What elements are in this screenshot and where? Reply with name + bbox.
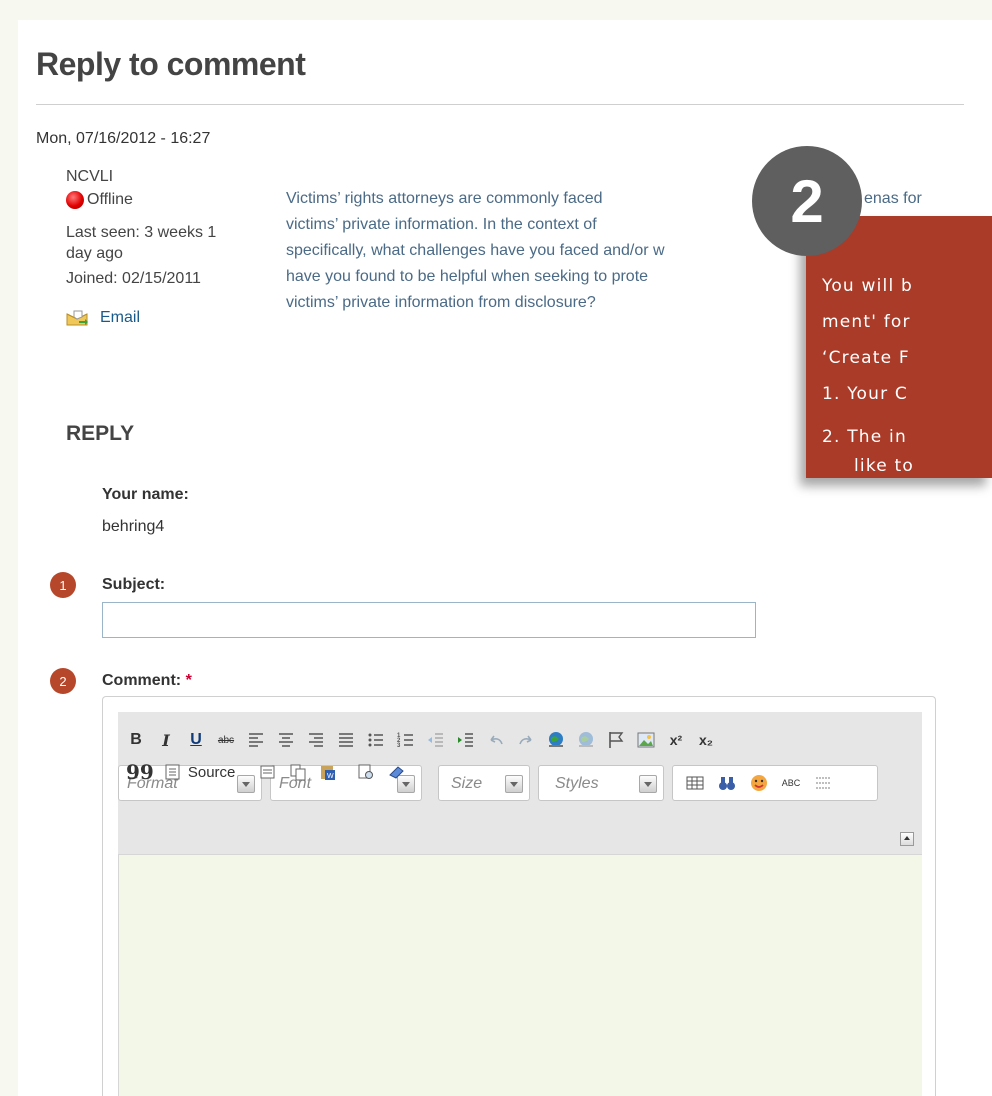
paste-from-word-icon[interactable]: W — [319, 763, 337, 781]
link-icon[interactable] — [544, 728, 568, 752]
image-icon[interactable] — [634, 728, 658, 752]
page-break-icon[interactable] — [811, 771, 835, 795]
svg-text:W: W — [327, 773, 334, 780]
unlink-icon[interactable] — [574, 728, 598, 752]
last-seen: Last seen: 3 weeks 1 day ago — [66, 222, 286, 264]
editor-scroll-up-button[interactable] — [900, 832, 914, 846]
email-envelope-icon — [66, 310, 88, 325]
table-icon[interactable] — [683, 771, 707, 795]
find-binoculars-icon[interactable] — [715, 771, 739, 795]
last-seen-line-2: day ago — [66, 245, 123, 262]
author-status: Offline — [66, 189, 286, 210]
align-left-icon[interactable] — [244, 728, 268, 752]
callout-line-2: ment' for — [822, 312, 911, 332]
align-right-icon[interactable] — [304, 728, 328, 752]
styles-combo[interactable]: Styles — [538, 765, 664, 801]
callout-line-1: You will b — [822, 276, 913, 296]
size-combo[interactable]: Size — [438, 765, 530, 801]
callout-item-2-cont: like to — [854, 456, 915, 476]
email-label[interactable]: Email — [100, 307, 140, 328]
joined-date: Joined: 02/15/2011 — [66, 270, 201, 287]
comment-line-1-end: enas for — [864, 190, 922, 207]
callout-text: You will b ment' for ‘Create F 1. Your C… — [822, 268, 992, 477]
callout-item-2: 2. The in — [822, 427, 907, 447]
required-mark: * — [185, 672, 192, 689]
comment-date: Mon, 07/16/2012 - 16:27 — [36, 130, 211, 147]
your-name-value: behring4 — [102, 518, 165, 535]
instruction-callout: You will b ment' for ‘Create F 1. Your C… — [806, 216, 992, 478]
comment-label: Comment: * — [102, 672, 192, 690]
undo-icon[interactable] — [484, 728, 508, 752]
strikethrough-icon[interactable]: abc — [214, 728, 238, 752]
numbered-list-icon[interactable]: 123 — [394, 728, 418, 752]
align-center-icon[interactable] — [274, 728, 298, 752]
remove-format-eraser-icon[interactable] — [387, 763, 405, 781]
anchor-flag-icon[interactable] — [604, 728, 628, 752]
last-seen-line-1: Last seen: 3 weeks 1 — [66, 224, 217, 241]
callout-step-marker: 2 — [752, 146, 862, 256]
find-preview-icon[interactable] — [357, 763, 375, 781]
superscript-icon[interactable]: x² — [664, 728, 688, 752]
smiley-icon[interactable] — [747, 771, 771, 795]
source-icon[interactable] — [164, 763, 182, 781]
toolbar-row-1: B I U abc 123 x² x₂ — [124, 728, 724, 752]
reply-heading: REPLY — [66, 422, 135, 445]
underline-icon[interactable]: U — [184, 728, 208, 752]
toolbar-group-insert: ABC — [672, 765, 878, 801]
step-marker-2: 2 — [50, 668, 76, 694]
author-name[interactable]: NCVLI — [66, 166, 286, 187]
styles-dropdown-arrow-icon[interactable] — [639, 775, 657, 793]
outdent-icon[interactable] — [424, 728, 448, 752]
callout-line-3: ‘Create F — [822, 348, 910, 368]
indent-icon[interactable] — [454, 728, 478, 752]
source-label[interactable]: Source — [188, 764, 236, 781]
bulleted-list-icon[interactable] — [364, 728, 388, 752]
italic-icon[interactable]: I — [154, 728, 178, 752]
copy-icon[interactable] — [289, 763, 307, 781]
cut-icon[interactable] — [259, 763, 277, 781]
redo-icon[interactable] — [514, 728, 538, 752]
comment-editor-area[interactable] — [118, 855, 922, 1096]
svg-text:3: 3 — [397, 743, 401, 749]
step-marker-1: 1 — [50, 572, 76, 598]
spellcheck-icon[interactable]: ABC — [779, 771, 803, 795]
comment-label-text: Comment: — [102, 672, 182, 689]
author-block: NCVLI Offline Last seen: 3 weeks 1 day a… — [66, 166, 286, 328]
email-link[interactable]: Email — [66, 307, 286, 328]
blockquote-icon[interactable]: 99 — [126, 760, 154, 784]
justify-icon[interactable] — [334, 728, 358, 752]
status-label: Offline — [87, 191, 133, 208]
subscript-icon[interactable]: x₂ — [694, 728, 718, 752]
subject-input[interactable] — [102, 602, 756, 638]
bold-icon[interactable]: B — [124, 728, 148, 752]
size-combo-label: Size — [451, 775, 483, 792]
page-title: Reply to comment — [36, 46, 306, 82]
title-divider — [36, 104, 964, 105]
subject-label: Subject: — [102, 576, 166, 593]
toolbar-row-2-icons: 99 Source W — [126, 760, 411, 784]
your-name-label: Your name: — [102, 486, 189, 503]
styles-combo-label: Styles — [555, 775, 599, 792]
size-dropdown-arrow-icon[interactable] — [505, 775, 523, 793]
callout-item-1: 1. Your C — [822, 384, 908, 404]
offline-status-icon — [66, 190, 84, 209]
